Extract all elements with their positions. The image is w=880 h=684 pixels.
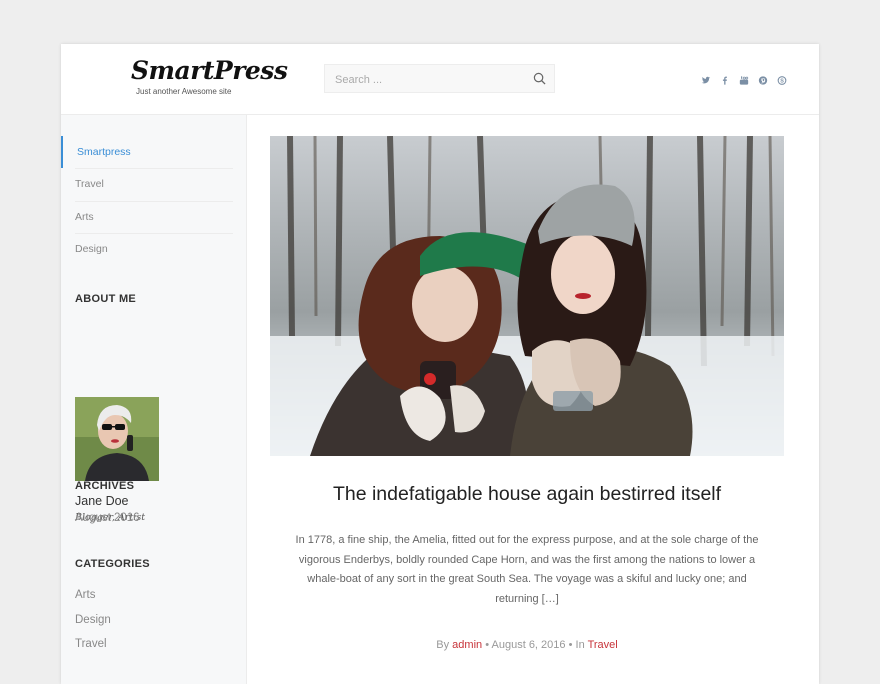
youtube-icon[interactable]	[739, 73, 749, 85]
category-link-design[interactable]: Design	[75, 614, 111, 626]
search-icon[interactable]	[533, 72, 546, 85]
post-excerpt: In 1778, a fine ship, the Amelia, fitted…	[295, 534, 759, 605]
featured-image[interactable]	[270, 136, 784, 456]
social-links: S	[701, 73, 787, 87]
sidebar-nav-design[interactable]: Design	[61, 233, 233, 265]
category-link-arts[interactable]: Arts	[75, 589, 95, 601]
author-avatar	[75, 397, 159, 481]
skype-icon[interactable]: S	[777, 73, 787, 85]
site-logo[interactable]: SmartPress	[131, 56, 288, 85]
meta-by-label: By	[436, 639, 450, 651]
twitter-icon[interactable]	[701, 73, 711, 84]
sidebar: Smartpress Travel Arts Design ABOUT ME J…	[61, 115, 247, 684]
post-meta: By admin • August 6, 2016 • In Travel	[270, 639, 784, 651]
meta-in-label: In	[575, 639, 585, 651]
post-title[interactable]: The indefatigable house again bestirred …	[270, 483, 784, 506]
page-frame: SmartPress Just another Awesome site Sea…	[61, 44, 819, 684]
meta-separator: •	[568, 639, 573, 651]
meta-separator: •	[485, 639, 490, 651]
svg-text:S: S	[780, 78, 784, 84]
post-category-link[interactable]: Travel	[588, 639, 618, 651]
post-author-link[interactable]: admin	[452, 639, 482, 651]
category-link-travel[interactable]: Travel	[75, 638, 107, 650]
post-date[interactable]: August 6, 2016	[492, 639, 566, 651]
about-me-heading: ABOUT ME	[75, 293, 137, 305]
archives-heading: ARCHIVES	[75, 480, 135, 492]
site-header: SmartPress Just another Awesome site Sea…	[61, 44, 819, 115]
categories-heading: CATEGORIES	[75, 558, 150, 570]
main-content: The indefatigable house again bestirred …	[247, 115, 819, 684]
site-tagline: Just another Awesome site	[136, 87, 232, 96]
archive-link-august-2016[interactable]: August 2016	[75, 512, 140, 524]
sidebar-nav-travel[interactable]: Travel	[61, 168, 233, 200]
sidebar-nav-smartpress[interactable]: Smartpress	[61, 136, 233, 168]
pinterest-icon[interactable]	[758, 73, 768, 85]
search-input[interactable]	[333, 65, 527, 94]
search-box[interactable]	[324, 64, 555, 94]
sidebar-nav-arts[interactable]: Arts	[61, 201, 233, 233]
author-name: Jane Doe	[75, 494, 129, 508]
facebook-icon[interactable]	[720, 73, 730, 85]
